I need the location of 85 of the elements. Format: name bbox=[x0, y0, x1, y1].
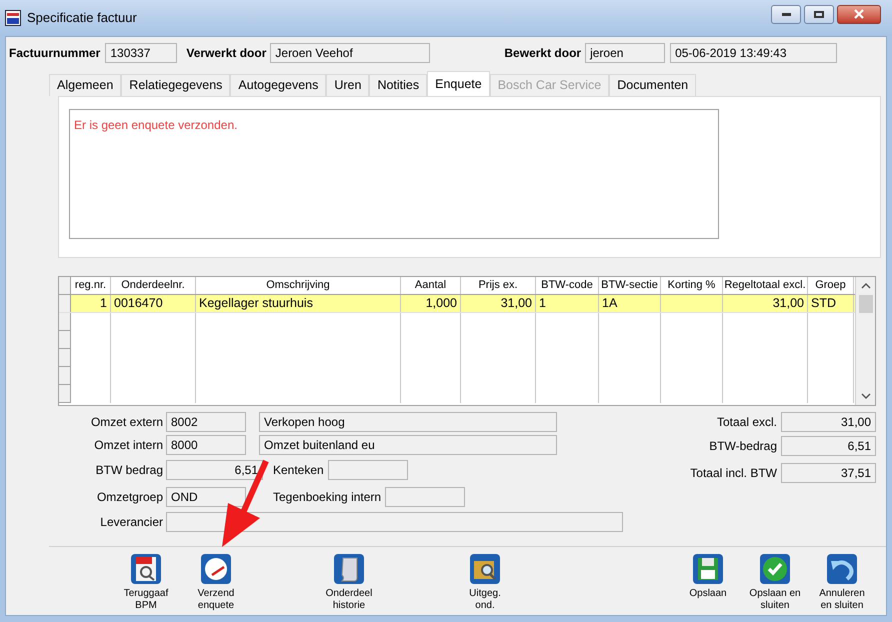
tab[interactable]: Enquete bbox=[427, 71, 490, 96]
table-cell: 1,000 bbox=[401, 295, 461, 312]
scrollbar[interactable] bbox=[855, 277, 875, 405]
field-label: Totaal excl. bbox=[716, 414, 777, 431]
toolbar-button[interactable]: Opslaan bbox=[675, 553, 741, 612]
column-header[interactable]: BTW-sectie bbox=[599, 277, 661, 294]
text-field[interactable]: 8000 bbox=[166, 435, 246, 455]
field-label: Leverancier bbox=[99, 514, 163, 531]
column-header[interactable]: BTW-code bbox=[536, 277, 599, 294]
row-header[interactable] bbox=[59, 313, 71, 331]
column-header[interactable]: Prijs ex. bbox=[461, 277, 536, 294]
toolbar-button[interactable]: Verzend enquete bbox=[183, 553, 249, 612]
message-text: Er is geen enquete verzonden. bbox=[74, 118, 238, 132]
column-header[interactable]: Groep bbox=[808, 277, 854, 294]
table-cell: Kegellager stuurhuis bbox=[196, 295, 401, 312]
text-field[interactable]: Jeroen Veehof bbox=[270, 43, 430, 63]
text-field[interactable]: Omzet buitenland eu bbox=[259, 435, 557, 455]
field-label: Totaal incl. BTW bbox=[689, 465, 777, 482]
close-icon bbox=[854, 9, 864, 19]
scroll-icon bbox=[333, 553, 365, 585]
text-field[interactable]: jeroen bbox=[585, 43, 666, 63]
table-cell: 1 bbox=[536, 295, 599, 312]
column-header[interactable]: Aantal bbox=[401, 277, 461, 294]
toolbar-button[interactable]: Uitgeg. ond. bbox=[452, 553, 518, 612]
toolbar-button[interactable]: Annuleren en sluiten bbox=[809, 553, 875, 612]
text-field[interactable] bbox=[385, 487, 466, 507]
minimize-button[interactable] bbox=[771, 4, 801, 24]
text-field[interactable]: 37,51 bbox=[781, 463, 876, 483]
toolbar-button[interactable]: Teruggaaf BPM bbox=[113, 553, 179, 612]
text-field[interactable] bbox=[328, 460, 408, 480]
message-area[interactable]: Er is geen enquete verzonden. bbox=[69, 109, 719, 239]
check-icon bbox=[759, 553, 791, 585]
table-cell: 1A bbox=[599, 295, 661, 312]
field-label: Omzet extern bbox=[90, 414, 163, 431]
text-field[interactable]: OND bbox=[166, 487, 246, 507]
text-field[interactable]: 130337 bbox=[105, 43, 178, 63]
table-cell: 1 bbox=[71, 295, 111, 312]
tab[interactable]: Notities bbox=[369, 74, 428, 96]
tab[interactable]: Uren bbox=[326, 74, 370, 96]
pdf-document-icon bbox=[130, 553, 162, 585]
tab[interactable]: Algemeen bbox=[49, 74, 122, 96]
column-header[interactable]: Omschrijving bbox=[196, 277, 401, 294]
toolbar-button[interactable]: Onderdeel historie bbox=[316, 553, 382, 612]
tab[interactable]: Documenten bbox=[609, 74, 696, 96]
tab[interactable]: Autogegevens bbox=[230, 74, 326, 96]
close-button[interactable] bbox=[837, 4, 881, 24]
text-field[interactable]: 05-06-2019 13:49:43 bbox=[670, 43, 838, 63]
row-header[interactable] bbox=[59, 349, 71, 367]
scroll-thumb[interactable] bbox=[858, 295, 872, 313]
text-field[interactable]: 6,51 bbox=[166, 460, 263, 480]
column-header[interactable]: Regeltotaal excl. bbox=[723, 277, 808, 294]
column-header[interactable]: reg.nr. bbox=[71, 277, 111, 294]
column-header[interactable]: Onderdeelnr. bbox=[111, 277, 196, 294]
field-label: Verwerkt door bbox=[186, 46, 266, 60]
field-label: Kenteken bbox=[273, 463, 324, 477]
text-field[interactable]: 31,00 bbox=[781, 412, 876, 432]
field-label: Bewerkt door bbox=[504, 46, 582, 60]
table-row[interactable]: 1 0016470 Kegellager stuurhuis 1,000 31,00 1 1A 31,00 STD bbox=[59, 295, 855, 313]
table-cell: 31,00 bbox=[461, 295, 536, 312]
row-header[interactable] bbox=[59, 367, 71, 385]
field-label: BTW bedrag bbox=[94, 462, 163, 479]
toolbar-button[interactable]: Opslaan en sluiten bbox=[742, 553, 808, 612]
text-field[interactable] bbox=[166, 512, 623, 532]
text-field[interactable]: Verkopen hoog bbox=[259, 412, 557, 432]
text-field[interactable]: 8002 bbox=[166, 412, 246, 432]
table-cell: STD bbox=[808, 295, 854, 312]
column-header[interactable]: Korting % bbox=[661, 277, 723, 294]
row-header[interactable] bbox=[59, 331, 71, 349]
table-cell: 0016470 bbox=[111, 295, 196, 312]
field-label: Omzetgroep bbox=[96, 489, 163, 506]
box-magnifier-icon bbox=[469, 553, 501, 585]
text-field[interactable]: 6,51 bbox=[781, 436, 876, 456]
field-label: Factuurnummer bbox=[9, 45, 100, 62]
table-cell: 31,00 bbox=[723, 295, 808, 312]
field-label: BTW-bedrag bbox=[708, 438, 777, 455]
scroll-down-icon[interactable] bbox=[860, 391, 870, 401]
row-header[interactable] bbox=[59, 295, 71, 312]
app-logo-icon bbox=[5, 10, 21, 26]
scroll-up-icon[interactable] bbox=[860, 281, 870, 291]
tab[interactable]: Relatiegegevens bbox=[121, 74, 230, 96]
row-header[interactable] bbox=[59, 385, 71, 403]
window-title: Specificatie factuur bbox=[27, 9, 137, 28]
field-label: Omzet intern bbox=[93, 437, 163, 454]
field-label: Tegenboeking intern bbox=[273, 490, 382, 504]
maximize-button[interactable] bbox=[804, 4, 834, 24]
